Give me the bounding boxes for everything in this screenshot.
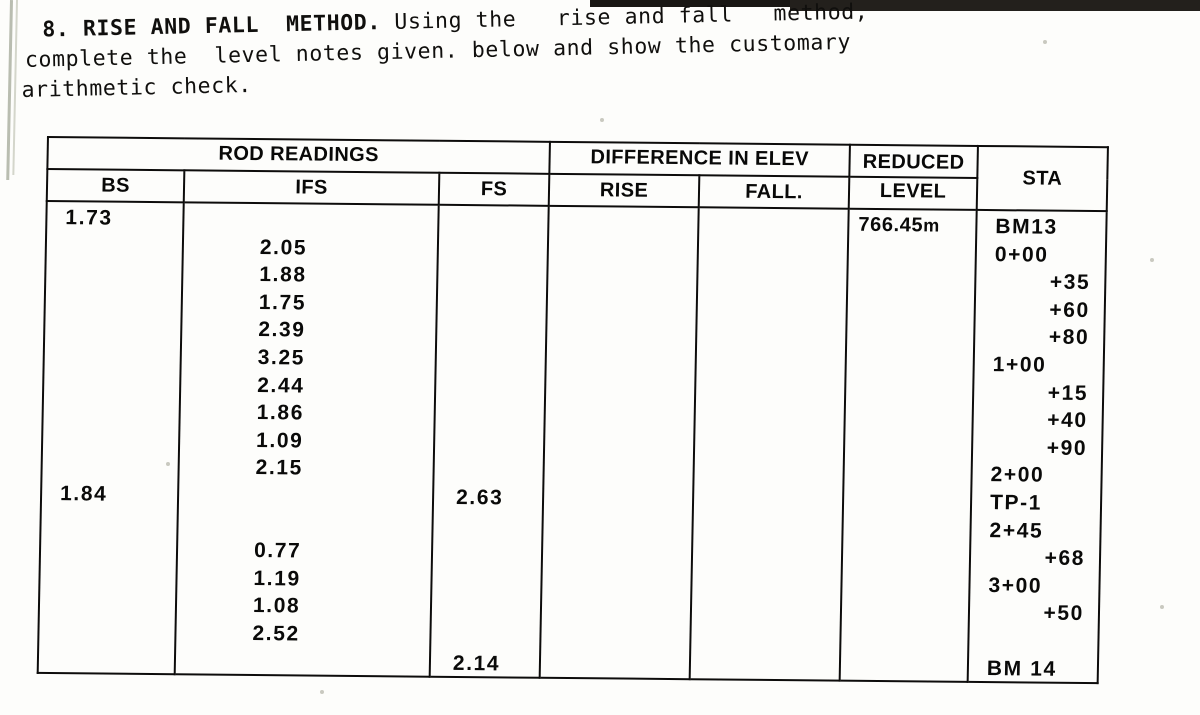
sta-value: +68 [1044,546,1086,571]
problem-statement: 8. RISE AND FALL METHOD. Using the rise … [20,0,1182,106]
column-cell-fall[interactable] [689,207,849,681]
table-body-row: 1.73 1.84 2.05 1.88 1.75 2.39 3.25 2.44 1.86 1.0… [37,201,1107,684]
sta-value: BM 14 [986,656,1057,681]
sta-value: +35 [1049,270,1091,295]
bs-value: 1.73 [65,206,113,230]
ifs-value: 2.44 [257,373,305,398]
column-cell-ifs[interactable]: 2.05 1.88 1.75 2.39 3.25 2.44 1.86 1.09 2.15 0.77… [174,202,439,677]
level-notes-table-wrapper: ROD READINGS DIFFERENCE IN ELEV REDUCED … [37,136,1109,684]
group-header-rod-readings: ROD READINGS [47,137,550,174]
ifs-value: 1.09 [255,428,304,453]
sta-value: +15 [1047,381,1089,405]
ifs-value: 2.15 [255,456,304,480]
ifs-value: 3.25 [257,346,306,370]
column-cell-bs[interactable]: 1.73 1.84 [37,201,184,675]
column-header-fs: FS [438,172,550,206]
ifs-value: 1.19 [253,566,302,591]
ifs-value: 0.77 [253,539,302,563]
scan-speck [320,690,324,694]
scan-edge-artifact-left-inner [12,0,18,176]
ifs-value: 1.86 [256,401,305,425]
column-cell-fs[interactable]: 2.63 2.14 [429,204,549,678]
ifs-value: 1.08 [252,594,301,618]
column-header-rise: RISE [548,173,700,208]
ifs-value: 1.75 [258,290,307,315]
ifs-value: 2.05 [259,235,308,260]
column-header-sta: STA [976,145,1108,212]
problem-title: RISE AND FALL METHOD. [82,10,382,42]
sta-value: 3+00 [988,573,1043,598]
column-header-fall: FALL. [698,175,850,209]
scanned-worksheet-page: 8. RISE AND FALL METHOD. Using the rise … [0,0,1200,715]
sta-value: +50 [1043,601,1085,626]
group-header-reduced-level-top: REDUCED [849,144,978,178]
scan-speck [1150,258,1154,262]
table-head: ROD READINGS DIFFERENCE IN ELEV REDUCED … [46,137,1108,212]
fs-value: 2.63 [455,485,504,510]
group-header-difference-in-elev: DIFFERENCE IN ELEV [549,141,850,177]
sta-value: TP-1 [989,491,1043,515]
ifs-value: 2.52 [252,621,300,646]
column-header-bs: BS [46,169,185,203]
ifs-value: 2.39 [258,318,306,342]
sta-value: 2+00 [990,463,1045,487]
column-cell-rise[interactable] [539,205,699,680]
bs-value: 1.84 [59,482,108,506]
sta-value: +90 [1046,436,1088,460]
reduced-level-value: 766.45m [858,213,940,237]
group-header-reduced-level-bottom: LEVEL [848,176,978,210]
column-cell-reduced-level[interactable]: 766.45m [839,208,977,682]
reduced-level-unit: m [922,215,940,236]
scan-speck [1160,605,1164,609]
table-body: 1.73 1.84 2.05 1.88 1.75 2.39 3.25 2.44 1.86 1.0… [37,201,1107,684]
column-header-ifs: IFS [183,170,440,205]
fs-value: 2.14 [452,651,501,675]
column-cell-sta[interactable]: BM13 0+00 +35 +60 +80 1+00 +15 +40 +90 2+00 TP-1 2+… [967,209,1107,684]
sta-value: +40 [1047,408,1088,433]
level-notes-table: ROD READINGS DIFFERENCE IN ELEV REDUCED … [37,136,1109,684]
sta-value: 0+00 [994,242,1049,267]
ifs-value: 1.88 [259,263,307,287]
sta-value: BM13 [995,215,1059,239]
scan-speck [600,118,604,122]
sta-value: +80 [1048,326,1090,350]
sta-value: 2+45 [989,518,1044,543]
sta-value: +60 [1049,298,1091,322]
sta-value: 1+00 [992,353,1047,377]
problem-number: 8. [42,16,70,43]
